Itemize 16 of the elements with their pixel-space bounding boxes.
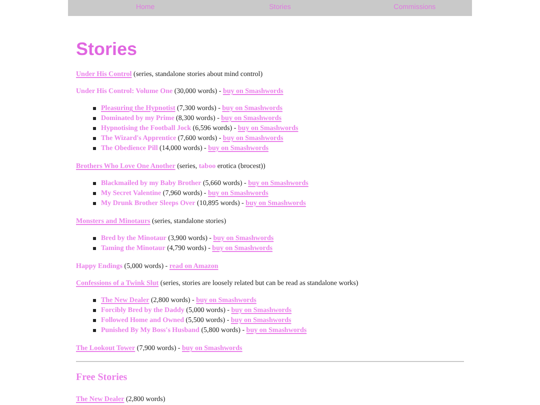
- bullet-icon: [93, 319, 96, 322]
- bullet-icon: [93, 309, 96, 312]
- bullet-icon: [93, 329, 96, 332]
- page-heading: Stories: [76, 40, 138, 58]
- bullet-icon: [93, 127, 96, 130]
- bullet-icon: [93, 192, 96, 195]
- section-heading: Free Stories: [76, 371, 128, 385]
- bullet-icon: [93, 237, 96, 240]
- bullet-icon: [93, 182, 96, 185]
- bullet-icon: [93, 299, 96, 302]
- bullet-icon: [93, 137, 96, 140]
- bullet-icon: [93, 202, 96, 205]
- bullet-icon: [93, 117, 96, 120]
- bullet-icon: [93, 147, 96, 150]
- bullet-icon: [93, 107, 96, 110]
- bullet-icon: [93, 247, 96, 250]
